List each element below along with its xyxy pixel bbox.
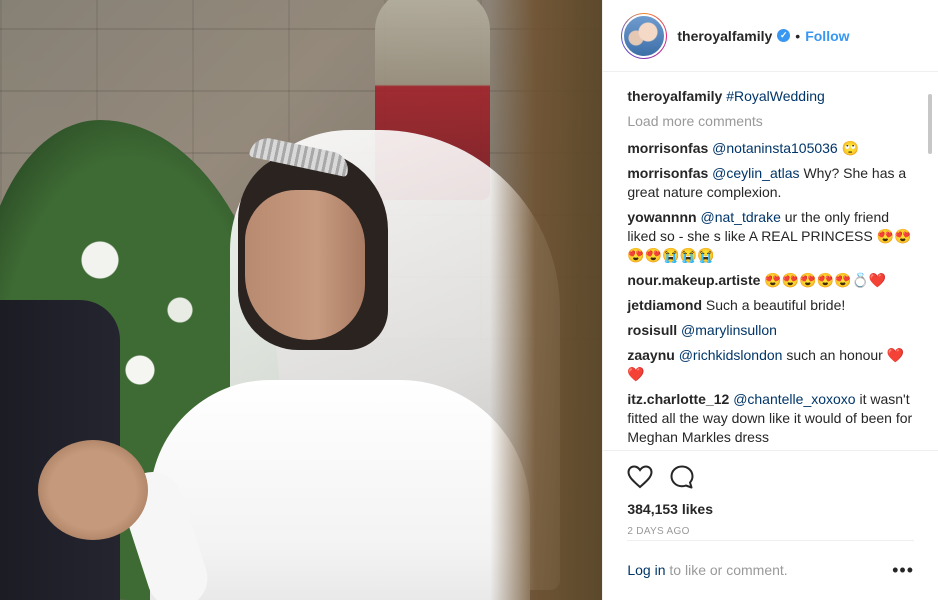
foreground-blur (490, 0, 603, 600)
caption: theroyalfamily #RoyalWedding (627, 87, 914, 106)
login-prompt: Log in to like or comment. (627, 562, 787, 578)
comment-item: zaaynu @richkidslondon such an honour ❤️… (627, 346, 914, 384)
wedding-dress (150, 380, 530, 600)
comment-item: itz.charlotte_12 @chantelle_xoxoxo it wa… (627, 390, 914, 447)
comment-item: morrisonfas @ceylin_atlas Why? She has a… (627, 164, 914, 202)
comment-emoji: 😍😍😍😍😍💍❤️ (764, 272, 887, 288)
load-more-comments[interactable]: Load more comments (627, 112, 914, 131)
post-photo[interactable] (0, 0, 603, 600)
post-footer: Log in to like or comment. ••• (627, 540, 914, 599)
comment-item: nour.makeup.artiste 😍😍😍😍😍💍❤️ (627, 271, 914, 290)
comment-mention[interactable]: @richkidslondon (679, 347, 783, 363)
separator-dot: • (795, 27, 801, 44)
comment-text: Such a beautiful bride! (705, 297, 846, 313)
scrollbar-thumb[interactable] (928, 94, 932, 154)
comment-item: yowannnn @nat_tdrake ur the only friend … (627, 208, 914, 265)
follow-button[interactable]: Follow (805, 28, 849, 44)
verified-check-icon: ✓ (777, 29, 791, 42)
avatar[interactable] (622, 13, 667, 58)
comment-username[interactable]: nour.makeup.artiste (627, 272, 760, 288)
post-header: theroyalfamily ✓ • Follow (603, 0, 938, 72)
comment-emoji: 🙄 (841, 140, 860, 156)
comment-username[interactable]: yowannnn (627, 209, 696, 225)
comment-item: jetdiamond Such a beautiful bride! (627, 296, 914, 315)
comment-item: rosisull @marylinsullon (627, 321, 914, 340)
post-date[interactable]: 2 DAYS AGO (627, 526, 914, 537)
comment-mention[interactable]: @marylinsullon (681, 322, 777, 338)
action-icons (627, 461, 914, 493)
joined-hands (38, 440, 148, 540)
avatar-ring[interactable] (621, 12, 668, 59)
heart-icon[interactable] (627, 465, 653, 489)
login-link[interactable]: Log in (627, 562, 665, 578)
caption-hashtag[interactable]: #RoyalWedding (726, 88, 825, 104)
caption-username[interactable]: theroyalfamily (627, 88, 722, 104)
comment-username[interactable]: rosisull (627, 322, 677, 338)
instagram-post: theroyalfamily ✓ • Follow theroyalfamily… (0, 0, 938, 600)
comment-item: morrisonfas @notaninsta105036 🙄 (627, 139, 914, 158)
comments-list[interactable]: theroyalfamily #RoyalWedding Load more c… (603, 87, 938, 450)
comment-username[interactable]: morrisonfas (627, 165, 708, 181)
comment-username[interactable]: morrisonfas (627, 140, 708, 156)
bride-face (245, 190, 365, 340)
comments-scrollbar[interactable] (928, 92, 932, 448)
login-prompt-text: to like or comment. (669, 562, 788, 578)
comment-text: such an honour (786, 347, 883, 363)
post-side-panel: theroyalfamily ✓ • Follow theroyalfamily… (602, 0, 938, 600)
comment-username[interactable]: jetdiamond (627, 297, 702, 313)
more-options-icon[interactable]: ••• (892, 560, 914, 581)
comment-mention[interactable]: @notaninsta105036 (712, 140, 838, 156)
comment-mention[interactable]: @ceylin_atlas (712, 165, 799, 181)
comment-username[interactable]: zaaynu (627, 347, 674, 363)
comment-mention[interactable]: @chantelle_xoxoxo (733, 391, 855, 407)
likes-count[interactable]: 384,153 likes (627, 501, 914, 517)
comment-username[interactable]: itz.charlotte_12 (627, 391, 729, 407)
comment-mention[interactable]: @nat_tdrake (700, 209, 780, 225)
header-username[interactable]: theroyalfamily (677, 28, 772, 44)
comment-icon[interactable] (669, 464, 695, 490)
